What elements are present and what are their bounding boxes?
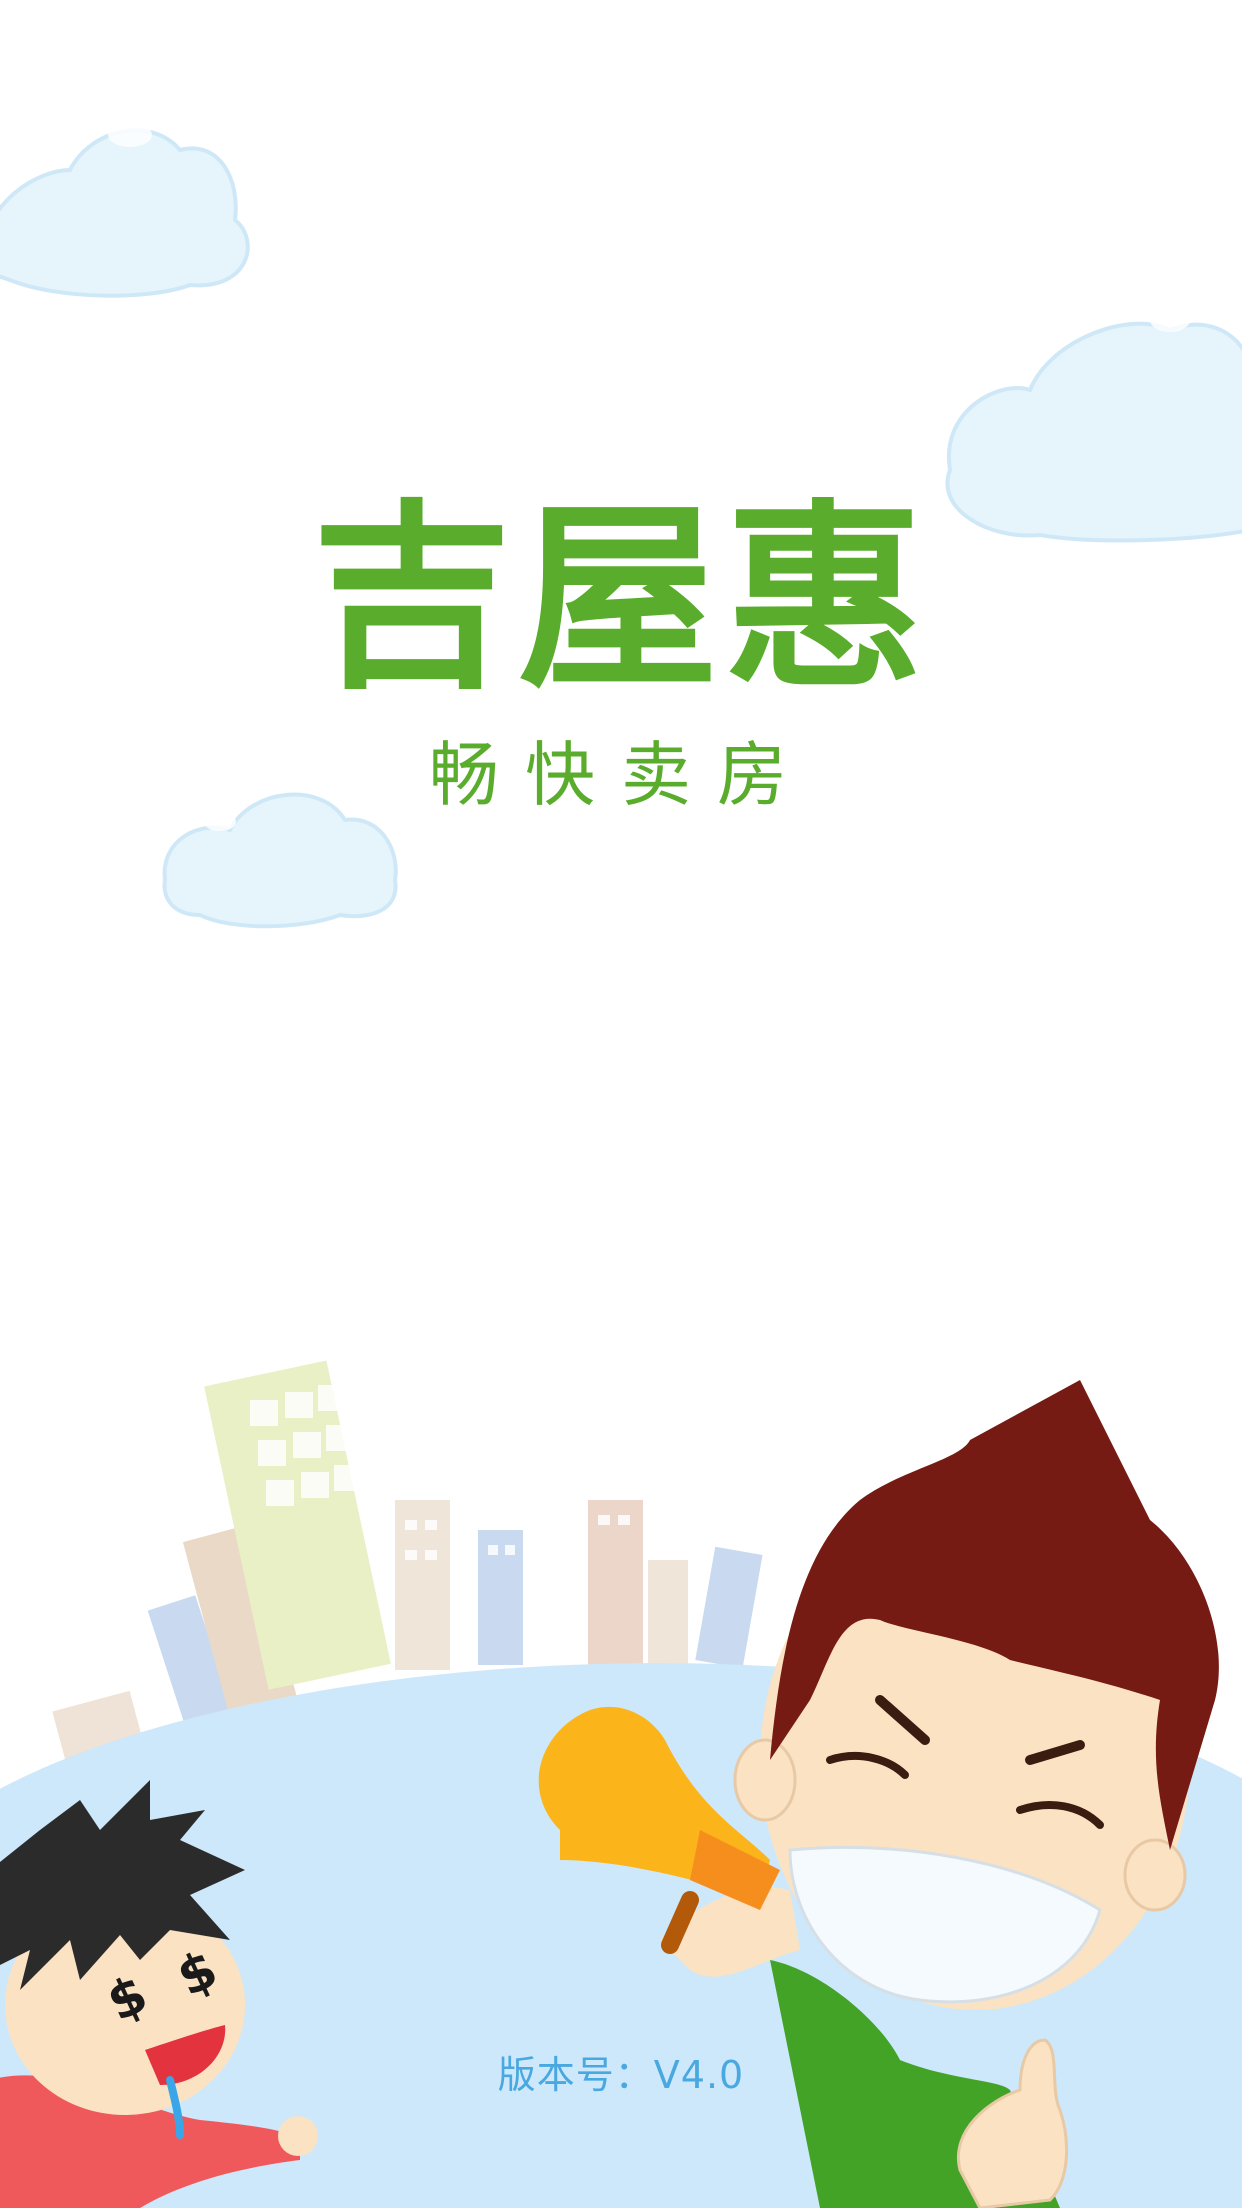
- app-logo-title: 吉屋惠: [311, 483, 930, 716]
- cloud-icon: [162, 792, 398, 929]
- cloud-icon: [0, 123, 250, 298]
- splash-illustration: $ $: [0, 123, 1242, 2208]
- app-slogan: 畅快卖房: [429, 734, 813, 816]
- version-label: 版本号：V4.0: [497, 2053, 745, 2097]
